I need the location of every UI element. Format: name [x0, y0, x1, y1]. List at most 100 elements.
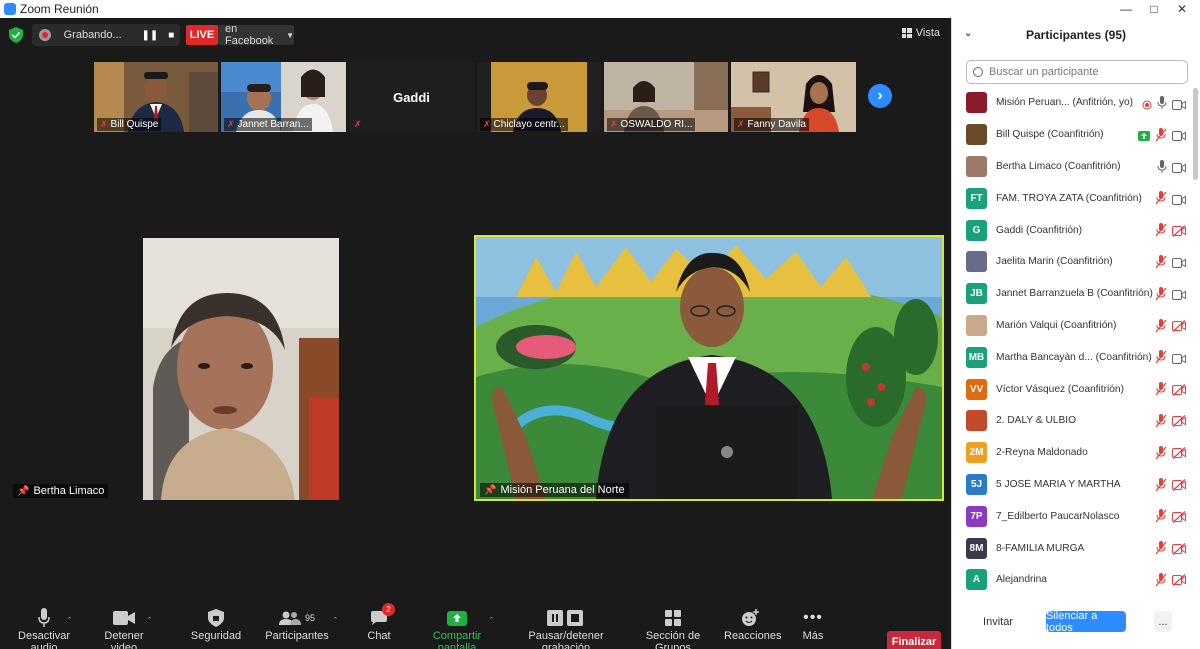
video-off-icon — [1172, 446, 1186, 464]
participants-options-caret-icon[interactable]: ˆ — [334, 616, 337, 626]
participant-name: Martha Bancayàn d... (Coanfitrión) — [996, 351, 1152, 363]
mic-muted-icon: ✗ — [483, 119, 491, 129]
participant-avatar: 5J — [966, 473, 987, 495]
microphone-muted-icon[interactable] — [1155, 445, 1167, 465]
microphone-muted-icon[interactable] — [1155, 318, 1167, 338]
participant-row[interactable]: Misión Peruan... (Anfitrión, yo) — [952, 87, 1192, 119]
participant-row[interactable]: 7P 7_Edilberto PaucarNolasco — [952, 500, 1192, 532]
microphone-icon[interactable] — [1157, 96, 1167, 115]
participant-row[interactable]: 5J 5 JOSÉ MARIA Y MARTHA — [952, 469, 1192, 501]
recording-label: Grabando... — [63, 29, 122, 41]
participant-name: Jaelita Marin (Coanfitrión) — [996, 256, 1113, 268]
more-button[interactable]: ••• Más — [796, 606, 830, 642]
thumbnail-name-label: ✗ Fanny Davila — [734, 118, 809, 131]
participant-name: 8-FAMILIA MURGA — [996, 542, 1085, 554]
participant-row[interactable]: 2. DALY & ULBIO — [952, 405, 1192, 437]
mute-all-button[interactable]: Silenciar a todos — [1046, 610, 1126, 634]
participant-avatar: 2M — [966, 442, 987, 464]
collapse-chevron-icon[interactable]: ⌄ — [964, 28, 972, 39]
participant-row[interactable]: Jaelita Marin (Coanfitrión) — [952, 246, 1192, 278]
encryption-shield-icon[interactable] — [9, 27, 23, 43]
view-button[interactable]: Vista — [901, 27, 940, 39]
participants-icon — [278, 611, 301, 625]
video-options-caret-icon[interactable]: ˆ — [148, 616, 151, 626]
participant-name: Bill Quispe (Coanfitrión) — [996, 129, 1104, 141]
participants-button[interactable]: 95 ˆ Participantes — [264, 606, 337, 642]
microphone-icon[interactable] — [1157, 159, 1167, 179]
participant-search-input[interactable]: Buscar un participante — [966, 60, 1188, 84]
close-button[interactable]: ✕ — [1168, 0, 1196, 18]
participant-row[interactable]: JB Jannet Barranzuela B (Coanfitrión) — [952, 278, 1192, 310]
microphone-muted-icon[interactable] — [1155, 509, 1167, 528]
invite-button[interactable]: Invitar — [976, 611, 1020, 632]
live-target-dropdown[interactable]: en Facebook ▼ — [218, 23, 294, 47]
participant-row[interactable]: FT FAM. TROYA ZATA (Coanfitrión) — [952, 182, 1192, 214]
video-thumbnail[interactable]: ✗ Fanny Davila — [731, 62, 856, 132]
participant-avatar — [966, 314, 987, 336]
microphone-muted-icon[interactable] — [1155, 127, 1167, 147]
end-meeting-button[interactable]: Finalizar — [887, 631, 941, 649]
stop-recording-button[interactable]: ■ — [163, 26, 180, 44]
participant-row[interactable]: 2M 2-Reyna Maldonado — [952, 437, 1192, 469]
panel-scrollbar[interactable] — [1193, 88, 1198, 180]
mute-audio-button[interactable]: ˆ Desactivar audio — [6, 606, 82, 649]
video-thumbnail[interactable]: ✗ Bill Quispe — [94, 62, 218, 132]
participants-label: Participantes — [265, 630, 329, 642]
participant-avatar: MB — [966, 346, 987, 368]
breakout-rooms-button[interactable]: Sección de Grupos — [632, 606, 714, 649]
microphone-muted-icon[interactable] — [1155, 382, 1167, 401]
panel-more-button[interactable]: ... — [1154, 611, 1172, 632]
security-button[interactable]: Seguridad — [188, 606, 244, 642]
video-thumbnail[interactable]: ✗ OSWALDO RI... — [604, 62, 728, 132]
video-camera-icon — [1172, 351, 1186, 369]
live-badge[interactable]: LIVE — [186, 25, 218, 45]
microphone-muted-icon[interactable] — [1155, 541, 1167, 560]
microphone-muted-icon[interactable] — [1155, 572, 1167, 592]
sharing-screen-icon — [1138, 128, 1150, 146]
participant-avatar: A — [966, 569, 987, 591]
reactions-button[interactable]: Reacciones — [724, 606, 781, 642]
participant-row[interactable]: Marión Valqui (Coanfitrión) — [952, 310, 1192, 342]
chat-button[interactable]: 2 Chat — [360, 603, 398, 642]
mic-muted-icon: ✗ — [227, 119, 235, 129]
participant-row[interactable]: G Gaddi (Coanfitrión) — [952, 214, 1192, 246]
microphone-muted-icon[interactable] — [1155, 191, 1167, 210]
microphone-muted-icon[interactable] — [1155, 223, 1167, 242]
recording-indicator: Grabando... ❚❚ ■ — [32, 24, 180, 46]
recording-icon — [1142, 97, 1152, 115]
minimize-button[interactable]: — — [1112, 0, 1140, 18]
microphone-muted-icon[interactable] — [1155, 350, 1167, 369]
video-thumbnail[interactable]: ✗ Jannet Barran... — [221, 62, 346, 132]
mic-muted-icon: ✗ — [354, 119, 362, 129]
participant-name: FAM. TROYA ZATA (Coanfitrión) — [996, 192, 1142, 204]
microphone-muted-icon[interactable] — [1155, 477, 1167, 497]
participants-list: Misión Peruan... (Anfitrión, yo) Bill Qui… — [952, 87, 1192, 596]
participant-name: Jannet Barranzuela B (Coanfitrión) — [996, 288, 1153, 300]
pause-stop-recording-button[interactable]: Pausar/detener grabación — [508, 606, 624, 649]
participant-row[interactable]: Bertha Limaco (Coanfitrión) — [952, 151, 1192, 183]
video-tile-bertha[interactable]: 📌 Bertha Limaco — [9, 238, 472, 500]
microphone-muted-icon[interactable] — [1155, 254, 1167, 274]
pause-recording-button[interactable]: ❚❚ — [141, 26, 158, 44]
share-screen-button[interactable]: ˆ Compartir pantalla — [414, 606, 500, 649]
video-thumbnail[interactable]: ✗ Chiclayo centr... — [477, 62, 601, 132]
video-tile-active-speaker[interactable]: 📌 Misión Peruana del Norte — [474, 235, 944, 501]
participant-row[interactable]: Bill Quispe (Coanfitrión) — [952, 119, 1192, 151]
participant-row[interactable]: A Alejandrina — [952, 564, 1192, 596]
microphone-muted-icon[interactable] — [1155, 413, 1167, 433]
name-only-thumbnail[interactable]: Gaddi ✗ — [349, 62, 474, 132]
participant-row[interactable]: MB Martha Bancayàn d... (Coanfitrión) — [952, 341, 1192, 373]
microphone-muted-icon[interactable] — [1155, 286, 1167, 306]
next-page-button[interactable]: › — [868, 84, 892, 108]
thumbnail-name-label: ✗ Bill Quispe — [97, 118, 162, 131]
maximize-button[interactable]: □ — [1140, 0, 1168, 18]
video-camera-icon — [113, 611, 135, 625]
audio-options-caret-icon[interactable]: ˆ — [68, 616, 71, 626]
share-screen-icon — [447, 610, 467, 626]
stop-video-button[interactable]: ˆ Detener video — [90, 606, 158, 649]
meeting-area: Grabando... ❚❚ ■ LIVE en Facebook ▼ Vist… — [0, 18, 950, 649]
participant-row[interactable]: VV Víctor Vásquez (Coanfitrión) — [952, 373, 1192, 405]
participant-row[interactable]: 8M 8-FAMILIA MURGA — [952, 532, 1192, 564]
view-label: Vista — [915, 27, 940, 39]
share-options-caret-icon[interactable]: ˆ — [490, 616, 493, 626]
